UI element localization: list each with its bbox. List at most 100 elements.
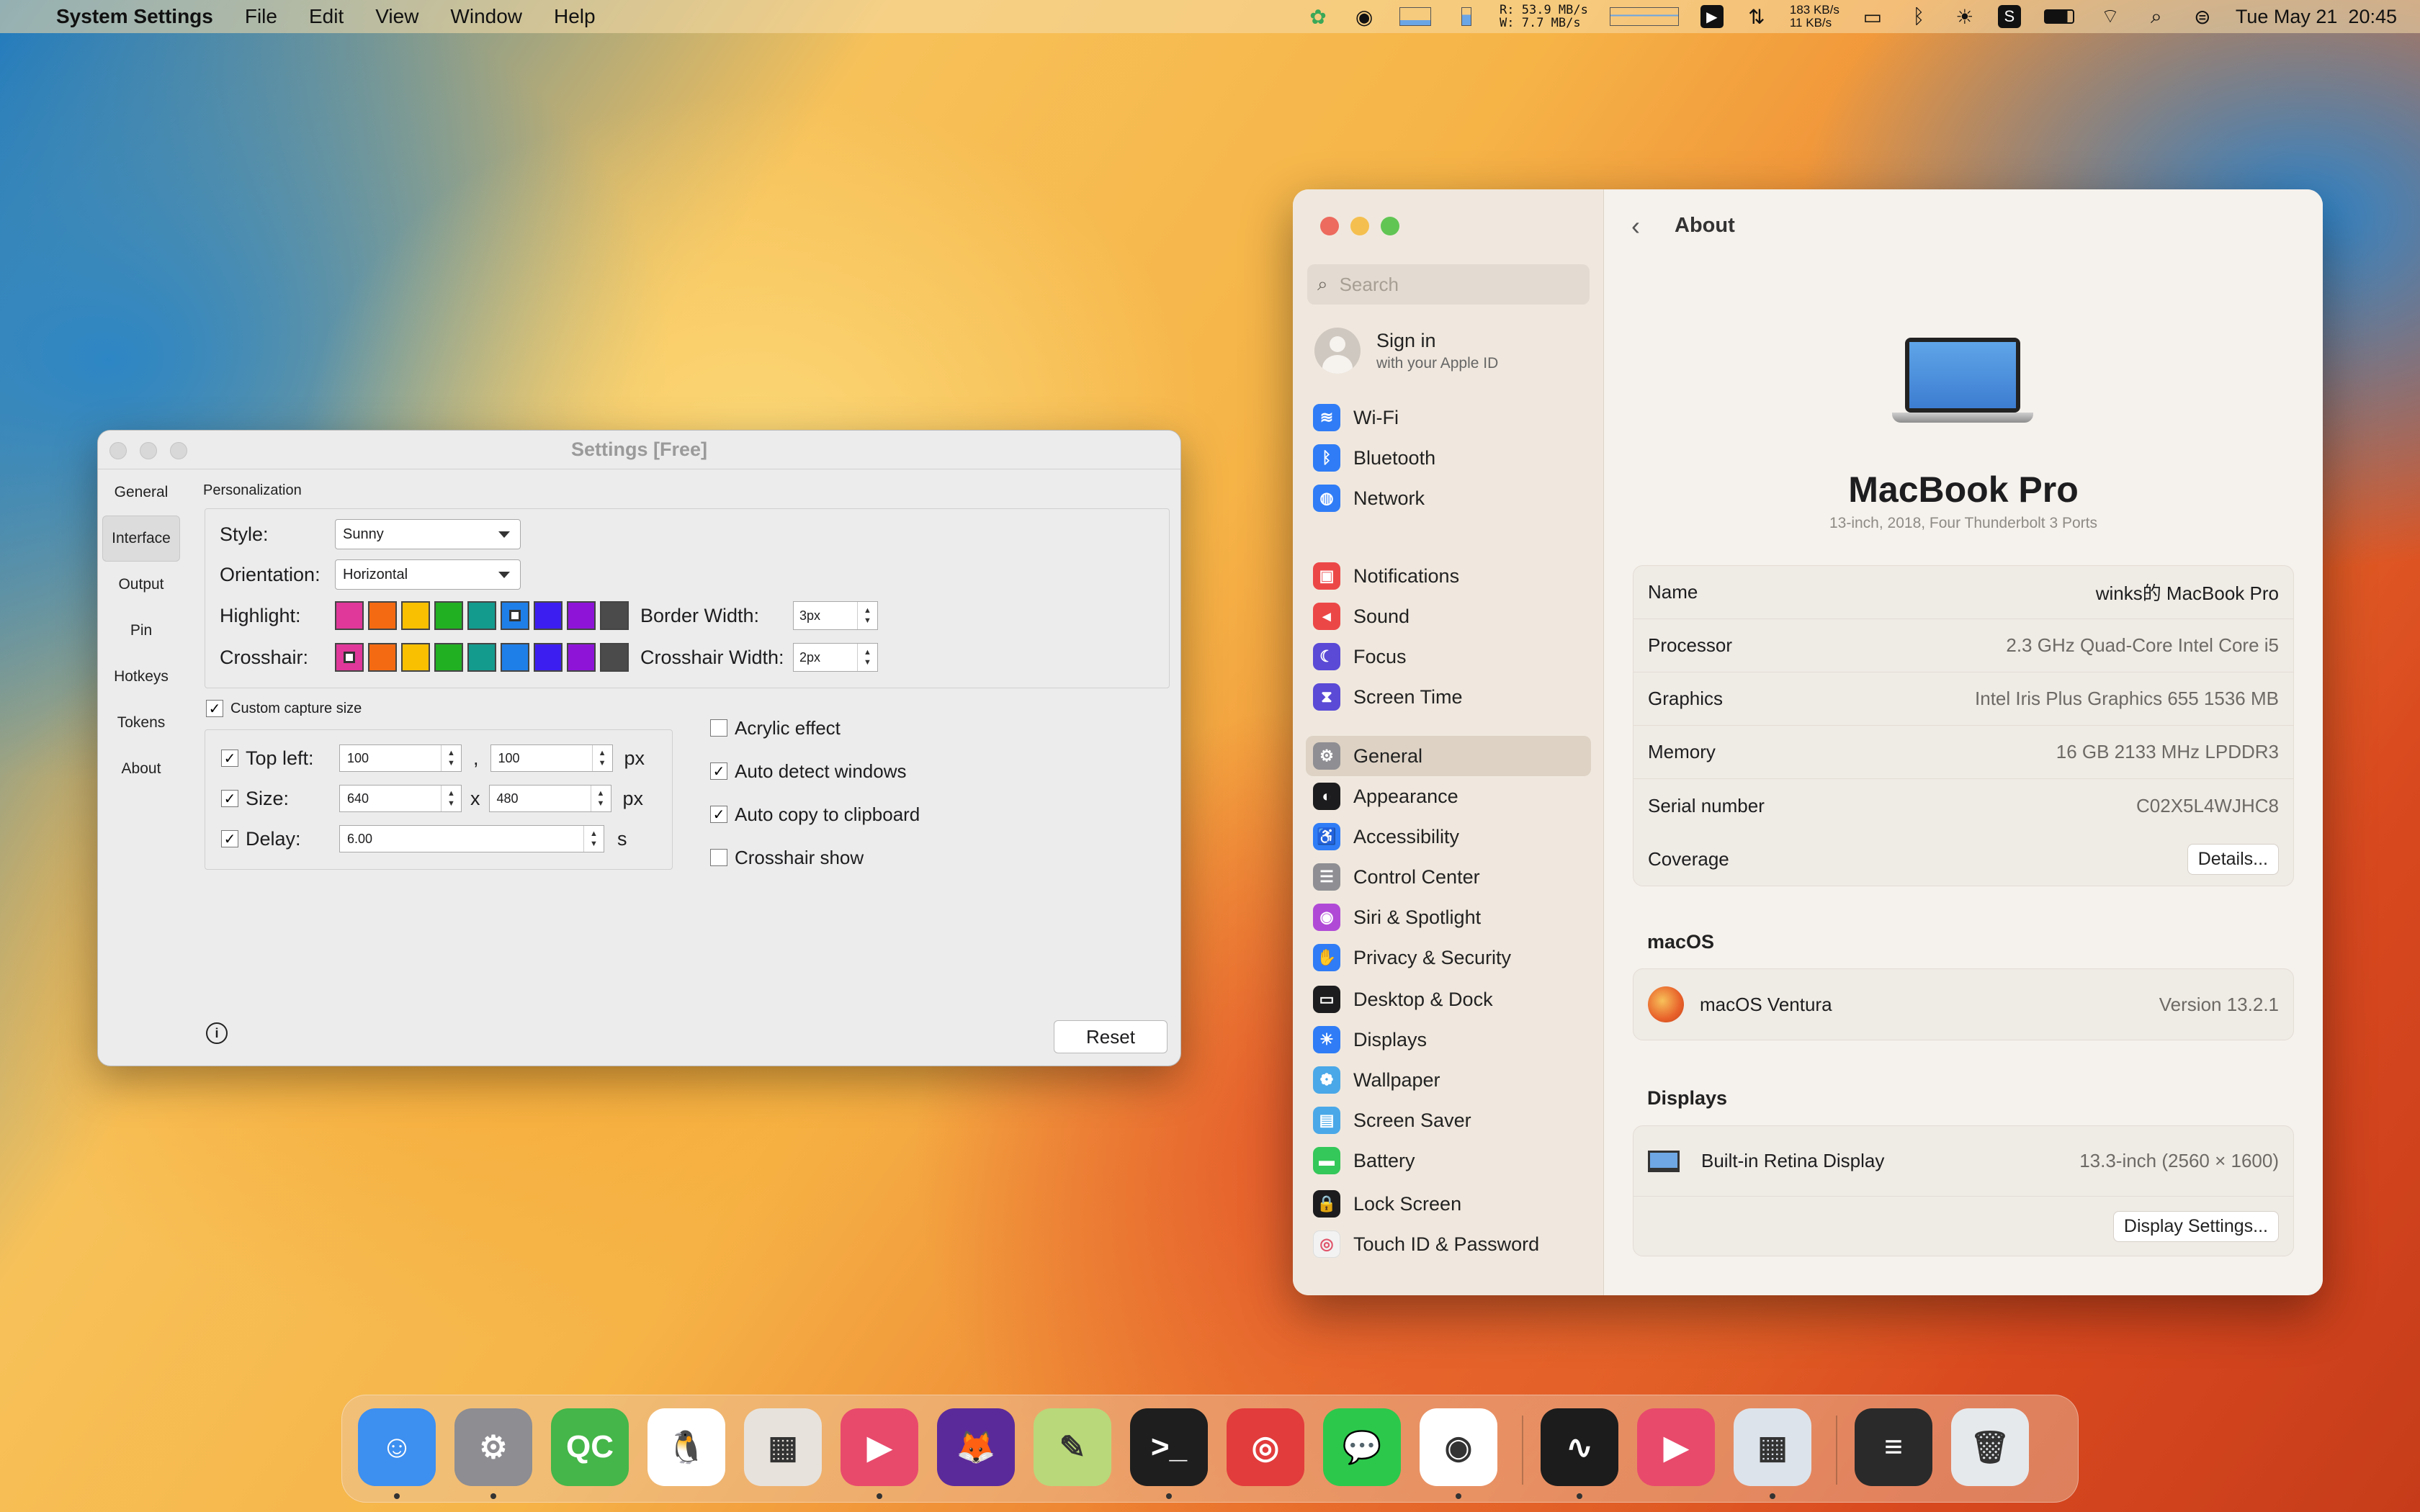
sidebar-item-wallpaper[interactable]: ❁ Wallpaper: [1306, 1060, 1591, 1100]
color-swatch[interactable]: [467, 643, 496, 672]
acrylic-checkbox[interactable]: [710, 719, 727, 737]
color-swatch[interactable]: [501, 643, 529, 672]
size-height-input[interactable]: 480 ▲ ▼: [488, 785, 611, 812]
dock-qq-icon[interactable]: 🐧: [647, 1408, 725, 1486]
menu-datetime[interactable]: Tue May 21 20:45: [2236, 6, 2397, 28]
border-width-spinner[interactable]: 3px ▲ ▼: [793, 601, 878, 630]
color-swatch[interactable]: [401, 643, 430, 672]
tab-general[interactable]: General: [101, 469, 182, 516]
cpu-graph-icon[interactable]: [1397, 5, 1433, 28]
stepper-arrows-icon[interactable]: ▲ ▼: [591, 745, 612, 771]
minimize-button[interactable]: [140, 442, 157, 459]
dock-launchpad-icon[interactable]: ▦: [744, 1408, 822, 1486]
sidebar-item-screen-time[interactable]: ⧗ Screen Time: [1306, 677, 1591, 717]
tab-hotkeys[interactable]: Hotkeys: [101, 654, 182, 700]
menu-app-name[interactable]: System Settings: [56, 5, 213, 28]
topleft-checkbox[interactable]: ✓: [221, 750, 238, 767]
spotlight-search-icon[interactable]: ⌕: [2143, 5, 2169, 28]
brightness-icon[interactable]: ☀: [1952, 5, 1978, 28]
style-select[interactable]: Sunny: [335, 519, 521, 549]
display-settings-button[interactable]: Display Settings...: [2112, 1210, 2279, 1242]
sidebar-item-desktop-dock[interactable]: ▭ Desktop & Dock: [1306, 979, 1591, 1020]
auto-copy-checkbox[interactable]: ✓: [710, 806, 727, 823]
auto-detect-checkbox[interactable]: ✓: [710, 762, 727, 780]
sidebar-item-control-center[interactable]: ☰ Control Center: [1306, 857, 1591, 897]
sidebar-item-network[interactable]: ◍ Network: [1306, 478, 1591, 518]
color-swatch[interactable]: [434, 601, 463, 630]
color-swatch[interactable]: [401, 601, 430, 630]
bluetooth-icon[interactable]: ᛒ: [1906, 5, 1932, 28]
sidebar-search-field[interactable]: ⌕ Search: [1307, 264, 1590, 305]
color-swatch[interactable]: [567, 643, 596, 672]
zoom-button[interactable]: [170, 442, 187, 459]
network-graph-icon[interactable]: [1608, 5, 1680, 28]
speed-rates[interactable]: 183 KB/s 11 KB/s: [1790, 4, 1839, 30]
delay-input[interactable]: 6.00 ▲ ▼: [339, 825, 604, 852]
dock-terminal-window-icon[interactable]: ≡: [1855, 1408, 1932, 1486]
color-swatch[interactable]: [567, 601, 596, 630]
menu-file[interactable]: File: [245, 5, 277, 28]
menu-window[interactable]: Window: [450, 5, 522, 28]
minimize-button[interactable]: [1350, 217, 1369, 235]
dock-wechat-icon[interactable]: 💬: [1323, 1408, 1401, 1486]
dock-chrome-icon[interactable]: ◉: [1420, 1408, 1497, 1486]
crosshair-width-spinner[interactable]: 2px ▲ ▼: [793, 643, 878, 672]
delay-checkbox[interactable]: ✓: [221, 830, 238, 847]
battery-icon[interactable]: [2041, 5, 2077, 28]
sidebar-item-touch-id-password[interactable]: ◎ Touch ID & Password: [1306, 1224, 1591, 1264]
tab-output[interactable]: Output: [101, 562, 182, 608]
wifi-icon[interactable]: ⌔: [2097, 5, 2123, 28]
sidebar-item-privacy-security[interactable]: ✋ Privacy & Security: [1306, 937, 1591, 978]
sidebar-item-displays[interactable]: ☀ Displays: [1306, 1020, 1591, 1060]
sidebar-item-bluetooth[interactable]: ᛒ Bluetooth: [1306, 438, 1591, 478]
color-swatch[interactable]: [335, 601, 364, 630]
memory-graph-icon[interactable]: [1453, 5, 1479, 28]
dock-preview-blank-icon[interactable]: ▦: [1734, 1408, 1811, 1486]
stepper-arrows-icon[interactable]: ▲ ▼: [583, 826, 604, 852]
dock-activity-monitor-icon[interactable]: ∿: [1541, 1408, 1618, 1486]
menu-view[interactable]: View: [375, 5, 418, 28]
dock-finder-icon[interactable]: ☺: [358, 1408, 436, 1486]
sidebar-item-general[interactable]: ⚙ General: [1306, 736, 1591, 776]
stepper-arrows-icon[interactable]: ▲ ▼: [590, 786, 611, 811]
sidebar-item-accessibility[interactable]: ♿ Accessibility: [1306, 816, 1591, 857]
dock-netease-music-icon[interactable]: ◎: [1227, 1408, 1304, 1486]
leaf-status-icon[interactable]: ✿: [1305, 5, 1331, 28]
color-swatch[interactable]: [534, 643, 563, 672]
custom-capture-checkbox[interactable]: ✓: [206, 700, 223, 717]
spec-value[interactable]: winks的 MacBook Pro: [2096, 579, 2279, 606]
sidebar-item-lock-screen[interactable]: 🔒 Lock Screen: [1306, 1184, 1591, 1224]
details-button[interactable]: Details...: [2187, 843, 2279, 875]
sidebar-item-screen-saver[interactable]: ▤ Screen Saver: [1306, 1100, 1591, 1140]
speed-arrows-icon[interactable]: ⇅: [1744, 5, 1770, 28]
stepper-arrows-icon[interactable]: ▲ ▼: [857, 644, 877, 671]
sidebar-item-appearance[interactable]: ◐ Appearance: [1306, 776, 1591, 816]
window-titlebar[interactable]: Settings [Free]: [98, 431, 1180, 469]
stepper-arrows-icon[interactable]: ▲ ▼: [441, 745, 461, 771]
topleft-x-input[interactable]: 100 ▲ ▼: [339, 744, 462, 772]
orientation-select[interactable]: Horizontal: [335, 559, 521, 590]
color-swatch[interactable]: [434, 643, 463, 672]
dock-snipaste-icon[interactable]: ▶: [841, 1408, 918, 1486]
dock-snipaste-2-icon[interactable]: ▶: [1637, 1408, 1715, 1486]
tab-about[interactable]: About: [101, 746, 182, 792]
info-icon[interactable]: i: [206, 1022, 228, 1044]
crosshair-show-checkbox[interactable]: [710, 849, 727, 866]
size-width-input[interactable]: 640 ▲ ▼: [339, 785, 462, 812]
snipaste-status-icon[interactable]: ▶: [1700, 5, 1724, 28]
sidebar-item-siri-spotlight[interactable]: ◉ Siri & Spotlight: [1306, 897, 1591, 937]
zoom-button[interactable]: [1381, 217, 1399, 235]
close-button[interactable]: [1320, 217, 1339, 235]
sidebar-item-notifications[interactable]: ▣ Notifications: [1306, 556, 1591, 596]
dock-firefox-icon[interactable]: 🦊: [937, 1408, 1015, 1486]
size-checkbox[interactable]: ✓: [221, 790, 238, 807]
apple-id-signin[interactable]: Sign in with your Apple ID: [1314, 328, 1498, 374]
color-swatch[interactable]: [467, 601, 496, 630]
dock-system-settings-icon[interactable]: ⚙: [454, 1408, 532, 1486]
reset-button[interactable]: Reset: [1054, 1020, 1168, 1053]
sidebar-item-focus[interactable]: ☾ Focus: [1306, 636, 1591, 677]
tab-pin[interactable]: Pin: [101, 608, 182, 654]
color-swatch[interactable]: [368, 601, 397, 630]
dock-script-editor-icon[interactable]: ✎: [1034, 1408, 1111, 1486]
close-button[interactable]: [109, 442, 127, 459]
